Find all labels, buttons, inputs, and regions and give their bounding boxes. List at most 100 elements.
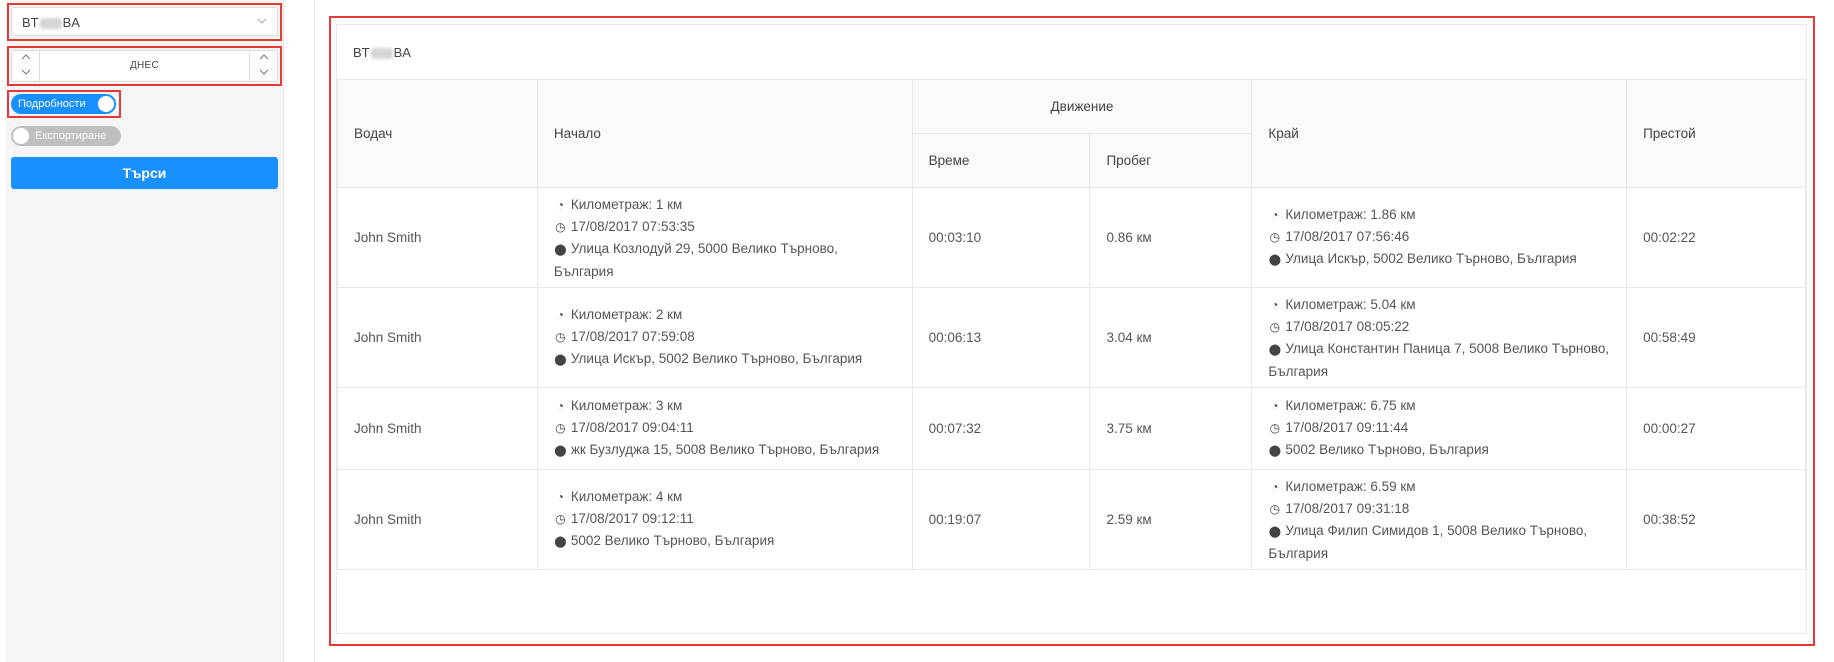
toggle-knob — [13, 128, 29, 144]
idle-text: 00:38:52 — [1643, 512, 1696, 527]
cell-idle: 00:02:22 — [1626, 187, 1806, 288]
map-pin-icon: ⬤ — [1268, 254, 1282, 266]
distance-text: 0.86 км — [1106, 230, 1152, 245]
start-address-text: Улица Искър, 5002 Велико Търново, Българ… — [570, 351, 863, 366]
end-address-text: Улица Филип Симидов 1, 5008 Велико Търно… — [1268, 522, 1588, 561]
distance-text: 3.04 км — [1106, 330, 1152, 345]
cell-distance: 3.75 км — [1089, 387, 1253, 470]
clock-icon: ◷ — [555, 421, 566, 435]
start-datetime: ◷ 17/08/2017 09:04:11 — [554, 417, 896, 439]
vehicle-select[interactable]: BT BA — [11, 7, 278, 36]
details-toggle[interactable]: Подробности — [11, 94, 116, 114]
start-odometer: ◔ Километраж: 3 км — [554, 395, 896, 417]
cell-start: ◔ Километраж: 2 км ◷ 17/08/2017 07:59:08 ⬤… — [536, 287, 913, 388]
start-datetime-text: 17/08/2017 09:12:11 — [570, 511, 694, 526]
header-time[interactable]: Време — [911, 133, 1091, 188]
chevron-down-icon — [257, 16, 267, 26]
cell-end: ◔ Километраж: 5.04 км ◷ 17/08/2017 08:05:2… — [1251, 287, 1628, 388]
cell-start: ◔ Километраж: 3 км ◷ 17/08/2017 09:04:11 ⬤… — [536, 387, 913, 470]
chevron-up-icon[interactable] — [12, 51, 39, 66]
date-stepper-right[interactable] — [249, 51, 277, 81]
header-idle[interactable]: Престой — [1626, 79, 1806, 188]
start-address-text: жк Бузлуджа 15, 5008 Велико Търново, Бъл… — [570, 442, 880, 457]
cell-driver: John Smith — [337, 469, 538, 570]
clock-icon: ◷ — [1269, 230, 1281, 244]
date-stepper-left[interactable] — [12, 51, 40, 81]
app-root: BT BA ДНЕС Подробности Експортиране Търс… — [0, 0, 1834, 662]
cell-distance: 0.86 км — [1089, 187, 1253, 288]
start-datetime: ◷ 17/08/2017 07:59:08 — [554, 326, 896, 348]
map-pin-icon: ⬤ — [554, 243, 567, 256]
header-driver[interactable]: Водач — [337, 79, 538, 188]
map-pin-icon: ⬤ — [554, 536, 567, 548]
cell-time: 00:19:07 — [911, 469, 1091, 570]
cell-end: ◔ Километраж: 6.59 км ◷ 17/08/2017 09:31:1… — [1251, 469, 1628, 570]
cell-start: ◔ Километраж: 4 км ◷ 17/08/2017 09:12:11 ⬤… — [536, 469, 913, 570]
panel-title: BT BA — [353, 45, 411, 60]
table-row[interactable]: John Smith ◔ Километраж: 2 км ◷ 17/08/2017… — [337, 287, 1806, 388]
header-end[interactable]: Край — [1251, 79, 1628, 188]
clock-icon: ◷ — [1269, 319, 1281, 334]
cell-idle: 00:00:27 — [1626, 387, 1806, 470]
end-datetime: ◷ 17/08/2017 09:11:44 — [1268, 417, 1610, 439]
end-datetime-text: 17/08/2017 09:11:44 — [1285, 420, 1409, 435]
toggle-knob — [98, 96, 114, 112]
chevron-down-icon[interactable] — [12, 66, 39, 81]
end-datetime: ◷ 17/08/2017 09:31:18 — [1268, 498, 1610, 520]
end-odometer: ◔ Километраж: 6.75 км — [1268, 395, 1610, 417]
chevron-down-icon[interactable] — [250, 66, 277, 81]
clock-icon: ◷ — [1269, 501, 1281, 516]
table-row[interactable]: John Smith ◔ Километраж: 4 км ◷ 17/08/2017… — [337, 469, 1806, 570]
end-odometer: ◔ Километраж: 1.86 км — [1268, 204, 1610, 226]
end-address-text: Улица Искър, 5002 Велико Търново, Българ… — [1285, 251, 1577, 266]
start-odometer-text: Километраж: 2 км — [570, 307, 683, 322]
chevron-up-icon[interactable] — [250, 51, 277, 66]
cell-distance: 3.04 км — [1089, 287, 1253, 388]
cell-idle: 00:38:52 — [1626, 469, 1806, 570]
end-odometer: ◔ Километраж: 6.59 км — [1268, 476, 1610, 498]
panel-title-suffix: BA — [393, 45, 411, 60]
start-odometer-text: Километраж: 1 км — [570, 196, 683, 212]
speedometer-icon: ◔ — [1271, 208, 1279, 222]
idle-text: 00:02:22 — [1643, 230, 1696, 245]
cell-driver: John Smith — [337, 387, 538, 470]
speedometer-icon: ◔ — [556, 197, 564, 212]
clock-icon: ◷ — [555, 330, 566, 344]
start-odometer-text: Километраж: 3 км — [570, 398, 683, 413]
header-distance[interactable]: Пробег — [1089, 133, 1253, 188]
end-address: ⬤ Улица Искър, 5002 Велико Търново, Бълга… — [1268, 248, 1610, 271]
header-start[interactable]: Начало — [536, 79, 913, 188]
speedometer-icon: ◔ — [556, 490, 564, 504]
distance-text: 2.59 км — [1106, 512, 1152, 527]
map-pin-icon: ⬤ — [1268, 445, 1282, 457]
end-odometer-text: Километраж: 6.59 км — [1285, 478, 1416, 494]
driver-name: John Smith — [354, 421, 422, 436]
cell-time: 00:03:10 — [911, 187, 1091, 288]
sidebar: BT BA ДНЕС Подробности Експортиране Търс… — [6, 0, 284, 662]
start-odometer: ◔ Километраж: 1 км — [554, 194, 896, 216]
redacted-mark — [39, 18, 62, 30]
map-pin-icon: ⬤ — [554, 354, 567, 366]
search-button[interactable]: Търси — [11, 157, 278, 189]
idle-text: 00:58:49 — [1643, 330, 1696, 345]
speedometer-icon: ◔ — [1271, 297, 1279, 312]
end-odometer-text: Километраж: 5.04 км — [1285, 296, 1416, 312]
start-address: ⬤ Улица Искър, 5002 Велико Търново, Бълга… — [554, 348, 896, 371]
cell-start: ◔ Километраж: 1 км ◷ 17/08/2017 07:53:35 ⬤… — [536, 187, 913, 288]
start-odometer: ◔ Километраж: 2 км — [554, 304, 896, 326]
date-picker[interactable]: ДНЕС — [11, 50, 278, 82]
header-movement: Движение — [911, 79, 1253, 134]
start-datetime: ◷ 17/08/2017 07:53:35 — [554, 216, 896, 238]
time-text: 00:19:07 — [928, 512, 982, 527]
driver-name: John Smith — [354, 230, 422, 245]
cell-time: 00:07:32 — [911, 387, 1091, 470]
time-text: 00:07:32 — [928, 421, 982, 436]
export-toggle[interactable]: Експортиране — [11, 126, 121, 146]
start-address-text: Улица Козлодуй 29, 5000 Велико Търново, … — [553, 240, 838, 279]
map-pin-icon: ⬤ — [1268, 343, 1282, 356]
end-address-text: Улица Константин Паница 7, 5008 Велико Т… — [1268, 340, 1610, 379]
cell-end: ◔ Километраж: 6.75 км ◷ 17/08/2017 09:11:4… — [1251, 387, 1628, 470]
driver-name: John Smith — [354, 330, 422, 345]
table-row[interactable]: John Smith ◔ Километраж: 1 км ◷ 17/08/2017… — [337, 187, 1806, 288]
table-row[interactable]: John Smith ◔ Километраж: 3 км ◷ 17/08/2017… — [337, 387, 1806, 470]
